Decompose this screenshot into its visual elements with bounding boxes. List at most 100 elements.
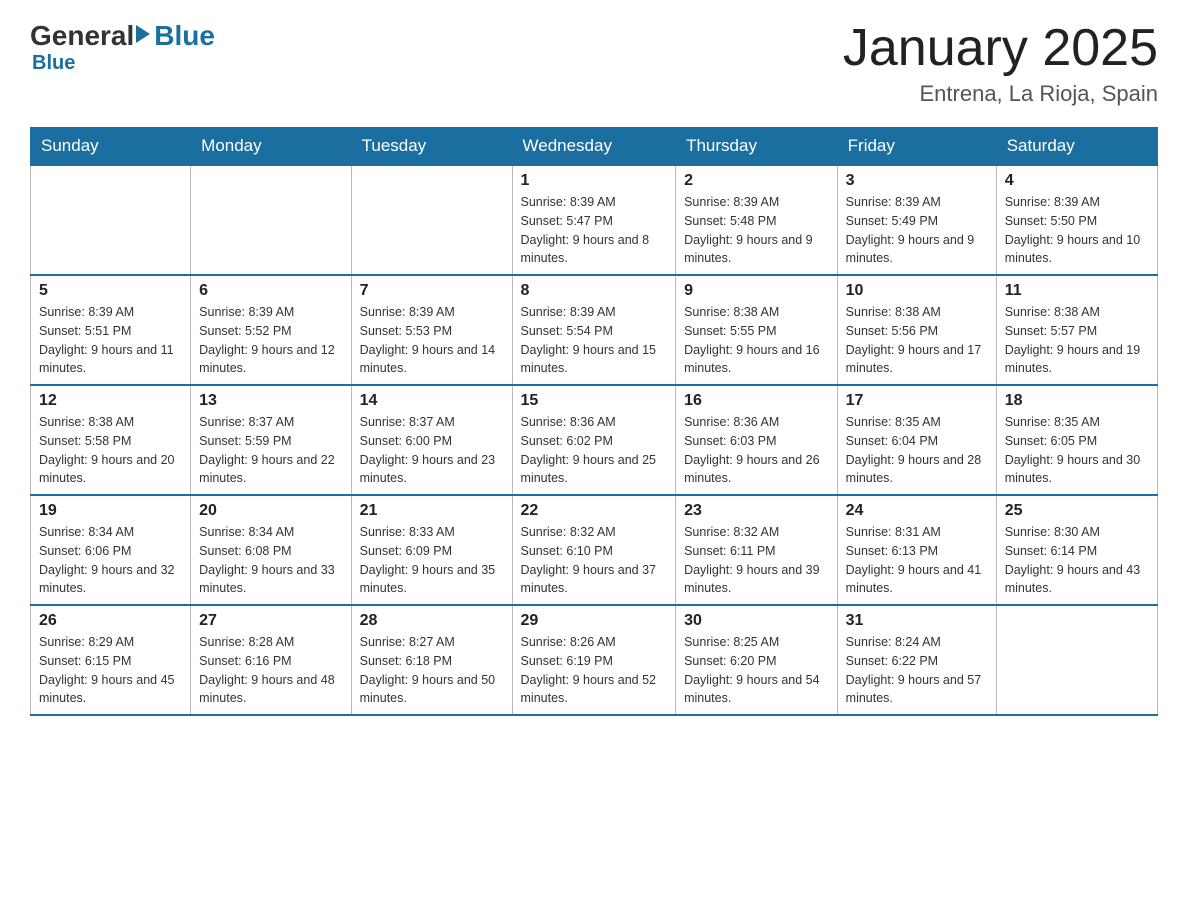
calendar-cell-w2-d2: 7 Sunrise: 8:39 AMSunset: 5:53 PMDaylight… — [351, 275, 512, 385]
calendar-cell-w3-d2: 14 Sunrise: 8:37 AMSunset: 6:00 PMDayligh… — [351, 385, 512, 495]
day-number: 11 — [1005, 282, 1149, 300]
day-number: 13 — [199, 392, 342, 410]
day-info: Sunrise: 8:24 AMSunset: 6:22 PMDaylight:… — [846, 633, 988, 708]
day-info: Sunrise: 8:38 AMSunset: 5:55 PMDaylight:… — [684, 303, 829, 378]
calendar-cell-w4-d1: 20 Sunrise: 8:34 AMSunset: 6:08 PMDayligh… — [191, 495, 351, 605]
logo-blue-text: Blue — [154, 20, 215, 52]
calendar-cell-w4-d6: 25 Sunrise: 8:30 AMSunset: 6:14 PMDayligh… — [996, 495, 1157, 605]
calendar-cell-w3-d0: 12Sunrise: 8:38 AMSunset: 5:58 PMDayligh… — [31, 385, 191, 495]
calendar-cell-w4-d5: 24 Sunrise: 8:31 AMSunset: 6:13 PMDayligh… — [837, 495, 996, 605]
calendar-cell-w3-d5: 17 Sunrise: 8:35 AMSunset: 6:04 PMDayligh… — [837, 385, 996, 495]
day-number: 1 — [521, 172, 668, 190]
day-number: 26 — [39, 612, 182, 630]
calendar-week-4: 19 Sunrise: 8:34 AMSunset: 6:06 PMDayligh… — [31, 495, 1158, 605]
logo-subtitle: Blue — [32, 52, 75, 75]
day-number: 14 — [360, 392, 504, 410]
day-number: 18 — [1005, 392, 1149, 410]
day-info: Sunrise: 8:32 AMSunset: 6:11 PMDaylight:… — [684, 523, 829, 598]
day-number: 29 — [521, 612, 668, 630]
calendar-cell-w1-d0 — [31, 165, 191, 275]
col-wednesday: Wednesday — [512, 128, 676, 166]
calendar-week-3: 12Sunrise: 8:38 AMSunset: 5:58 PMDayligh… — [31, 385, 1158, 495]
day-info: Sunrise: 8:30 AMSunset: 6:14 PMDaylight:… — [1005, 523, 1149, 598]
day-number: 31 — [846, 612, 988, 630]
day-number: 8 — [521, 282, 668, 300]
day-number: 9 — [684, 282, 829, 300]
calendar-cell-w2-d1: 6Sunrise: 8:39 AMSunset: 5:52 PMDaylight… — [191, 275, 351, 385]
day-number: 15 — [521, 392, 668, 410]
day-info: Sunrise: 8:36 AMSunset: 6:03 PMDaylight:… — [684, 413, 829, 488]
day-info: Sunrise: 8:39 AMSunset: 5:48 PMDaylight:… — [684, 193, 829, 268]
day-number: 16 — [684, 392, 829, 410]
calendar-cell-w2-d5: 10Sunrise: 8:38 AMSunset: 5:56 PMDayligh… — [837, 275, 996, 385]
calendar-cell-w3-d6: 18 Sunrise: 8:35 AMSunset: 6:05 PMDayligh… — [996, 385, 1157, 495]
calendar-cell-w3-d3: 15 Sunrise: 8:36 AMSunset: 6:02 PMDayligh… — [512, 385, 676, 495]
calendar-cell-w1-d1 — [191, 165, 351, 275]
day-info: Sunrise: 8:29 AMSunset: 6:15 PMDaylight:… — [39, 633, 182, 708]
calendar-cell-w3-d4: 16 Sunrise: 8:36 AMSunset: 6:03 PMDayligh… — [676, 385, 838, 495]
day-info: Sunrise: 8:26 AMSunset: 6:19 PMDaylight:… — [521, 633, 668, 708]
calendar-cell-w5-d0: 26 Sunrise: 8:29 AMSunset: 6:15 PMDayligh… — [31, 605, 191, 715]
col-thursday: Thursday — [676, 128, 838, 166]
calendar-header-row: Sunday Monday Tuesday Wednesday Thursday… — [31, 128, 1158, 166]
day-number: 27 — [199, 612, 342, 630]
calendar-week-5: 26 Sunrise: 8:29 AMSunset: 6:15 PMDayligh… — [31, 605, 1158, 715]
location: Entrena, La Rioja, Spain — [843, 81, 1158, 107]
day-info: Sunrise: 8:37 AMSunset: 6:00 PMDaylight:… — [360, 413, 504, 488]
day-info: Sunrise: 8:31 AMSunset: 6:13 PMDaylight:… — [846, 523, 988, 598]
day-info: Sunrise: 8:35 AMSunset: 6:04 PMDaylight:… — [846, 413, 988, 488]
day-info: Sunrise: 8:39 AMSunset: 5:50 PMDaylight:… — [1005, 193, 1149, 268]
day-info: Sunrise: 8:39 AMSunset: 5:53 PMDaylight:… — [360, 303, 504, 378]
day-number: 30 — [684, 612, 829, 630]
day-number: 6 — [199, 282, 342, 300]
day-info: Sunrise: 8:38 AMSunset: 5:57 PMDaylight:… — [1005, 303, 1149, 378]
calendar-cell-w3-d1: 13 Sunrise: 8:37 AMSunset: 5:59 PMDayligh… — [191, 385, 351, 495]
logo-general-text: General — [30, 20, 134, 52]
calendar-cell-w2-d3: 8Sunrise: 8:39 AMSunset: 5:54 PMDaylight… — [512, 275, 676, 385]
day-info: Sunrise: 8:34 AMSunset: 6:08 PMDaylight:… — [199, 523, 342, 598]
day-number: 25 — [1005, 502, 1149, 520]
day-number: 24 — [846, 502, 988, 520]
calendar-cell-w5-d5: 31 Sunrise: 8:24 AMSunset: 6:22 PMDayligh… — [837, 605, 996, 715]
calendar-cell-w5-d4: 30Sunrise: 8:25 AMSunset: 6:20 PMDayligh… — [676, 605, 838, 715]
day-number: 7 — [360, 282, 504, 300]
day-info: Sunrise: 8:32 AMSunset: 6:10 PMDaylight:… — [521, 523, 668, 598]
logo: General Blue Blue — [30, 20, 215, 75]
calendar-table: Sunday Monday Tuesday Wednesday Thursday… — [30, 127, 1158, 716]
month-title: January 2025 — [843, 20, 1158, 77]
page-header: General Blue Blue January 2025 Entrena, … — [30, 20, 1158, 107]
col-friday: Friday — [837, 128, 996, 166]
calendar-cell-w5-d1: 27 Sunrise: 8:28 AMSunset: 6:16 PMDayligh… — [191, 605, 351, 715]
day-info: Sunrise: 8:27 AMSunset: 6:18 PMDaylight:… — [360, 633, 504, 708]
day-info: Sunrise: 8:28 AMSunset: 6:16 PMDaylight:… — [199, 633, 342, 708]
day-number: 21 — [360, 502, 504, 520]
calendar-cell-w4-d2: 21 Sunrise: 8:33 AMSunset: 6:09 PMDayligh… — [351, 495, 512, 605]
calendar-cell-w2-d4: 9 Sunrise: 8:38 AMSunset: 5:55 PMDaylight… — [676, 275, 838, 385]
day-info: Sunrise: 8:39 AMSunset: 5:49 PMDaylight:… — [846, 193, 988, 268]
day-info: Sunrise: 8:39 AMSunset: 5:51 PMDaylight:… — [39, 303, 182, 378]
col-monday: Monday — [191, 128, 351, 166]
day-info: Sunrise: 8:35 AMSunset: 6:05 PMDaylight:… — [1005, 413, 1149, 488]
calendar-cell-w2-d6: 11 Sunrise: 8:38 AMSunset: 5:57 PMDayligh… — [996, 275, 1157, 385]
day-info: Sunrise: 8:37 AMSunset: 5:59 PMDaylight:… — [199, 413, 342, 488]
calendar-cell-w1-d5: 3 Sunrise: 8:39 AMSunset: 5:49 PMDaylight… — [837, 165, 996, 275]
day-number: 20 — [199, 502, 342, 520]
day-number: 28 — [360, 612, 504, 630]
day-number: 22 — [521, 502, 668, 520]
col-tuesday: Tuesday — [351, 128, 512, 166]
calendar-cell-w1-d6: 4Sunrise: 8:39 AMSunset: 5:50 PMDaylight… — [996, 165, 1157, 275]
day-number: 2 — [684, 172, 829, 190]
day-number: 17 — [846, 392, 988, 410]
calendar-cell-w5-d6 — [996, 605, 1157, 715]
calendar-cell-w4-d0: 19 Sunrise: 8:34 AMSunset: 6:06 PMDayligh… — [31, 495, 191, 605]
day-number: 3 — [846, 172, 988, 190]
day-info: Sunrise: 8:34 AMSunset: 6:06 PMDaylight:… — [39, 523, 182, 598]
calendar-cell-w1-d3: 1 Sunrise: 8:39 AMSunset: 5:47 PMDaylight… — [512, 165, 676, 275]
day-info: Sunrise: 8:36 AMSunset: 6:02 PMDaylight:… — [521, 413, 668, 488]
day-info: Sunrise: 8:38 AMSunset: 5:56 PMDaylight:… — [846, 303, 988, 378]
day-info: Sunrise: 8:33 AMSunset: 6:09 PMDaylight:… — [360, 523, 504, 598]
day-number: 19 — [39, 502, 182, 520]
day-number: 12 — [39, 392, 182, 410]
calendar-cell-w5-d2: 28 Sunrise: 8:27 AMSunset: 6:18 PMDayligh… — [351, 605, 512, 715]
day-info: Sunrise: 8:39 AMSunset: 5:47 PMDaylight:… — [521, 193, 668, 268]
